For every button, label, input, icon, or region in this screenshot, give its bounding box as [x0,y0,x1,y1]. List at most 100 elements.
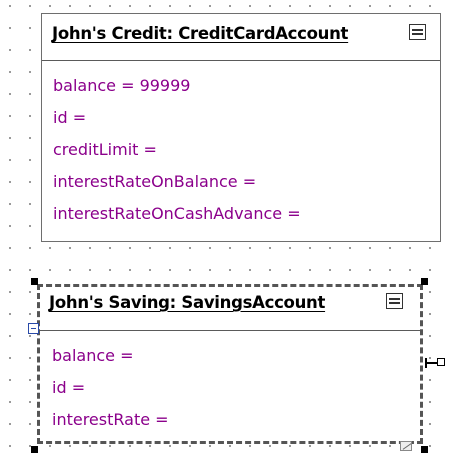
object-header: John's Saving: SavingsAccount [40,287,420,331]
attribute-balance[interactable]: balance = [52,346,133,365]
grid-dot [429,445,431,447]
grid-dot [249,269,251,271]
grid-dot [429,357,431,359]
grid-dot [229,269,231,271]
grid-dot [9,27,11,29]
grid-dot [309,445,311,447]
object-title[interactable]: John's Saving: SavingsAccount [49,293,325,312]
grid-dot [169,5,171,7]
grid-dot [429,423,431,425]
grid-dot [9,71,11,73]
grid-dot [9,313,11,315]
grid-dot [209,445,211,447]
grid-dot [129,5,131,7]
object-title[interactable]: John's Credit: CreditCardAccount [52,24,348,43]
grid-dot [389,445,391,447]
grid-dot [149,5,151,7]
grid-dot [9,423,11,425]
grid-dot [389,247,391,249]
grid-dot [29,225,31,227]
grid-dot [29,313,31,315]
grid-dot [9,379,11,381]
menu-icon[interactable] [386,293,403,309]
object-john-credit[interactable]: John's Credit: CreditCardAccount balance… [41,13,441,242]
grid-dot [329,5,331,7]
grid-dot [49,269,51,271]
grid-dot [349,269,351,271]
port-icon[interactable] [437,358,445,366]
grid-dot [109,5,111,7]
grid-dot [209,269,211,271]
grid-dot [9,137,11,139]
grid-dot [209,247,211,249]
grid-dot [9,401,11,403]
port-connector-line [426,362,437,364]
grid-dot [129,445,131,447]
grid-dot [29,27,31,29]
grid-dot [149,445,151,447]
grid-dot [209,5,211,7]
resize-grip-icon[interactable] [400,441,412,451]
selection-handle-bottom-right[interactable] [421,446,428,453]
grid-dot [169,247,171,249]
grid-dot [29,5,31,7]
grid-dot [9,115,11,117]
grid-dot [89,269,91,271]
object-header: John's Credit: CreditCardAccount [42,14,440,61]
grid-dot [109,445,111,447]
grid-dot [29,247,31,249]
grid-dot [189,5,191,7]
grid-dot [69,247,71,249]
grid-dot [369,247,371,249]
grid-dot [429,313,431,315]
collapse-icon[interactable] [28,323,39,334]
grid-dot [149,269,151,271]
grid-dot [349,247,351,249]
grid-dot [229,5,231,7]
grid-dot [269,247,271,249]
grid-dot [9,203,11,205]
grid-dot [29,137,31,139]
grid-dot [29,401,31,403]
grid-dot [289,445,291,447]
grid-dot [29,203,31,205]
attribute-credit-limit[interactable]: creditLimit = [53,140,157,159]
selection-handle-bottom-left[interactable] [31,446,38,453]
object-john-saving[interactable]: John's Saving: SavingsAccount balance = … [37,284,423,444]
grid-dot [29,379,31,381]
grid-dot [309,269,311,271]
grid-dot [429,291,431,293]
grid-dot [309,247,311,249]
grid-dot [269,5,271,7]
grid-dot [289,269,291,271]
grid-dot [269,269,271,271]
grid-dot [29,357,31,359]
selection-handle-top-left[interactable] [31,278,38,285]
grid-dot [349,5,351,7]
grid-dot [429,335,431,337]
grid-dot [89,445,91,447]
grid-dot [369,5,371,7]
attribute-interest-rate-on-cash-advance[interactable]: interestRateOnCashAdvance = [53,204,301,223]
selection-handle-top-right[interactable] [421,278,428,285]
grid-dot [109,269,111,271]
grid-dot [429,401,431,403]
grid-dot [189,247,191,249]
grid-dot [9,445,11,447]
attribute-balance[interactable]: balance = 99999 [53,76,190,95]
grid-dot [89,247,91,249]
grid-dot [409,247,411,249]
grid-dot [9,181,11,183]
grid-dot [9,5,11,7]
grid-dot [9,291,11,293]
grid-dot [429,5,431,7]
attribute-interest-rate-on-balance[interactable]: interestRateOnBalance = [53,172,256,191]
attribute-id[interactable]: id = [53,108,86,127]
menu-icon[interactable] [409,24,426,40]
grid-dot [49,445,51,447]
grid-dot [29,335,31,337]
grid-dot [409,5,411,7]
attribute-id[interactable]: id = [52,378,85,397]
attribute-interest-rate[interactable]: interestRate = [52,410,169,429]
grid-dot [249,5,251,7]
